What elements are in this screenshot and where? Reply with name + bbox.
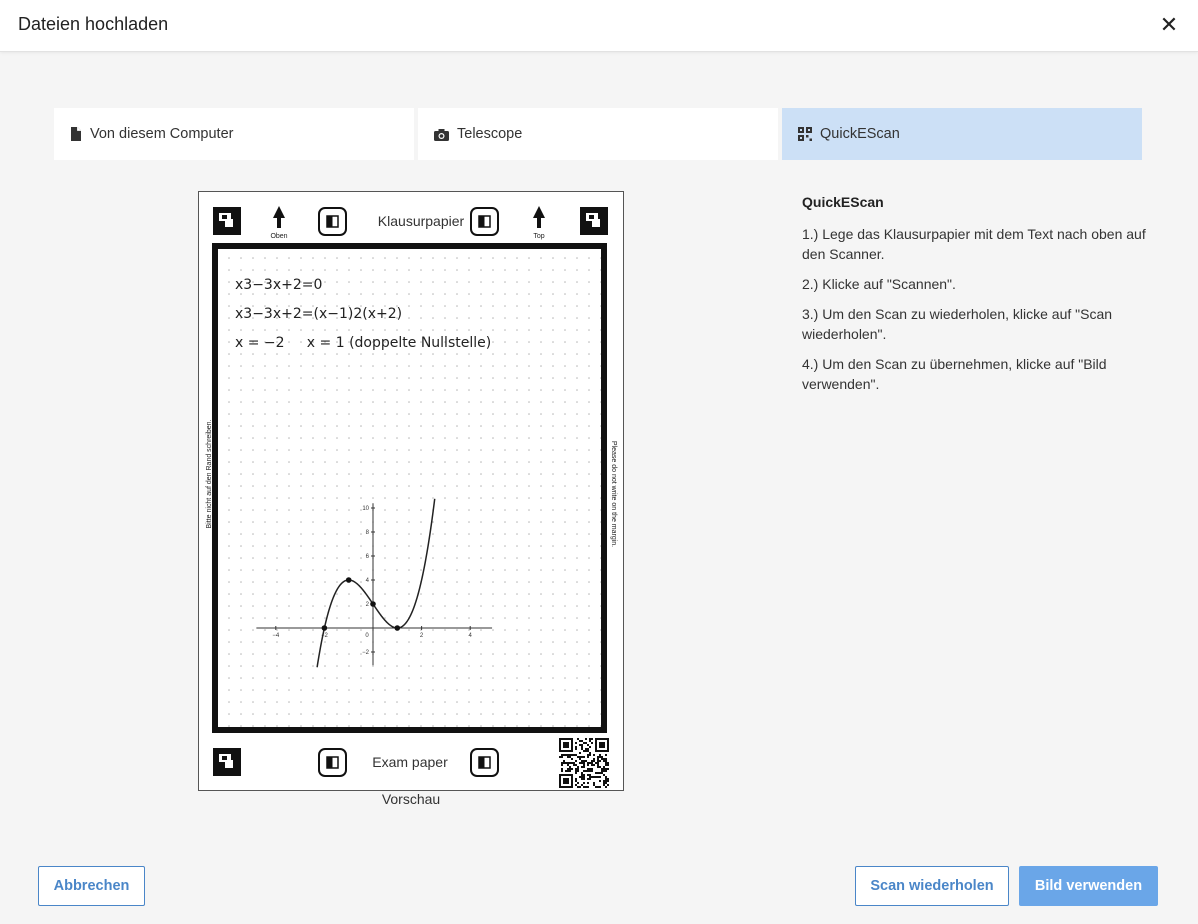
margin-text-left: Bitte nicht auf den Rand schreiben.: [206, 419, 213, 528]
tab-label: QuickEScan: [820, 126, 900, 142]
paper-bottom-label: Exam paper: [372, 754, 448, 770]
half-square-marker: [318, 748, 347, 777]
graph-point: [345, 577, 352, 583]
scan-preview: Oben Klausurpapier Top Bitte nicht auf d…: [198, 191, 624, 791]
x-tick-label: −4: [272, 633, 280, 639]
tab-label: Von diesem Computer: [90, 126, 234, 142]
tab-telescope[interactable]: Telescope: [418, 108, 778, 160]
tab-computer[interactable]: Von diesem Computer: [54, 108, 414, 160]
camera-icon: [434, 128, 449, 141]
margin-text-right: Please do not write on the margin.: [610, 441, 617, 547]
cancel-button[interactable]: Abbrechen: [38, 866, 145, 906]
arrow-label-right: Top: [533, 233, 544, 240]
preview-label: Vorschau: [381, 791, 441, 807]
rescan-button[interactable]: Scan wiederholen: [855, 866, 1009, 906]
corner-marker: [213, 207, 241, 235]
corner-marker: [213, 748, 241, 776]
graph-point: [370, 601, 376, 607]
y-tick-label: 10: [362, 506, 369, 512]
half-square-marker: [470, 207, 499, 236]
instruction-step: 3.) Um den Scan zu wiederholen, klicke a…: [802, 306, 1113, 342]
instruction-step: 1.) Lege das Klausurpapier mit dem Text …: [802, 226, 1146, 262]
half-square-marker: [318, 207, 347, 236]
qr-code-icon: [798, 127, 812, 141]
qr-code: [559, 738, 609, 788]
instructions-panel: QuickEScan 1.) Lege das Klausurpapier mi…: [802, 192, 1152, 404]
use-image-button[interactable]: Bild verwenden: [1019, 866, 1158, 906]
handwriting-line: x3−3x+2=0: [235, 277, 322, 293]
handwriting-line: x = −2 x = 1 (doppelte Nullstelle): [235, 335, 491, 351]
arrow-up-icon: [533, 206, 545, 228]
dialog-header: Dateien hochladen ✕: [0, 0, 1198, 52]
paper-top-label: Klausurpapier: [378, 213, 465, 229]
tab-quickescan[interactable]: QuickEScan: [782, 108, 1142, 160]
tab-label: Telescope: [457, 126, 523, 142]
upload-source-tabs: Von diesem Computer Telescope QuickEScan: [54, 108, 1142, 160]
arrow-up-icon: [273, 206, 285, 228]
y-tick-label: −2: [362, 650, 370, 656]
instructions-heading: QuickEScan: [802, 194, 884, 210]
graph-point: [394, 625, 401, 631]
arrow-label-left: Oben: [270, 233, 287, 240]
handwriting-line: x3−3x+2=(x−1)2(x+2): [235, 306, 402, 322]
instruction-step: 4.) Um den Scan zu übernehmen, klicke au…: [802, 356, 1107, 392]
exam-paper-image: Oben Klausurpapier Top Bitte nicht auf d…: [206, 206, 617, 788]
corner-marker: [580, 207, 608, 235]
dialog-title: Dateien hochladen: [18, 14, 169, 34]
close-icon[interactable]: ✕: [1158, 12, 1180, 38]
file-icon: [71, 127, 81, 141]
half-square-marker: [470, 748, 499, 777]
graph-point: [321, 625, 328, 631]
instruction-step: 2.) Klicke auf "Scannen".: [802, 276, 956, 292]
